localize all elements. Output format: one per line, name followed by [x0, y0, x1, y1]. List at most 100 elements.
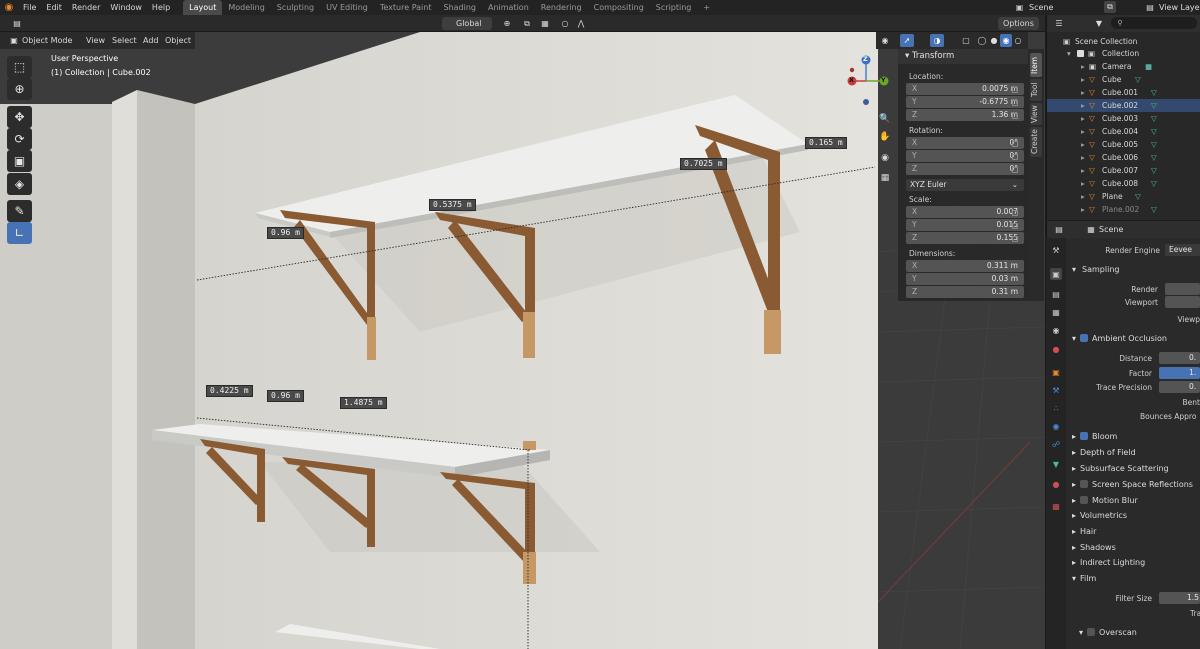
scene-selector[interactable]: Scene: [1029, 0, 1053, 15]
scale-x-field[interactable]: X 0.007: [906, 206, 1024, 218]
particles-tab-icon[interactable]: ∴: [1050, 402, 1062, 414]
lock-icon[interactable]: [1012, 141, 1018, 147]
cursor-icon[interactable]: ⊕: [7, 78, 32, 100]
tab-create[interactable]: Create: [1030, 127, 1042, 157]
rotation-mode-select[interactable]: XYZ Euler ⌄: [906, 179, 1024, 191]
overlays-icon[interactable]: ◑: [930, 34, 944, 47]
section-subsurface[interactable]: ▸ Subsurface Scattering: [1068, 461, 1200, 476]
tab-tool[interactable]: Tool: [1030, 79, 1042, 101]
ao-checkbox[interactable]: [1080, 334, 1089, 342]
physics-tab-icon[interactable]: ◉: [1050, 420, 1062, 432]
tab-layout[interactable]: Layout: [183, 0, 223, 15]
wireframe-shading-icon[interactable]: ◯: [976, 34, 988, 47]
expand-icon[interactable]: ▸: [1081, 151, 1085, 164]
expand-icon[interactable]: ▸: [1081, 99, 1085, 112]
expand-icon[interactable]: ▸: [1081, 86, 1085, 99]
expand-icon[interactable]: ▸: [1081, 177, 1085, 190]
menu-window[interactable]: Window: [105, 0, 147, 15]
rotation-z-field[interactable]: Z 0°: [906, 163, 1024, 175]
visibility-icon[interactable]: ◉: [878, 34, 892, 47]
rotate-icon[interactable]: ⟳: [7, 128, 32, 150]
outliner-item[interactable]: ▸ ▽ Cube.005 ▽: [1047, 138, 1200, 151]
pivot-icon[interactable]: ⊕: [498, 17, 516, 30]
expand-icon[interactable]: ▸: [1081, 164, 1085, 177]
lock-icon[interactable]: [1012, 154, 1018, 160]
view-layer-selector[interactable]: View Layer: [1159, 0, 1200, 15]
data-tab-icon[interactable]: ▼: [1050, 458, 1062, 470]
expand-icon[interactable]: ▸: [1081, 190, 1085, 203]
section-sampling[interactable]: ▾ Sampling: [1068, 262, 1200, 277]
outliner-item[interactable]: ▸ ▽ Cube.008 ▽: [1047, 177, 1200, 190]
bloom-checkbox[interactable]: [1080, 432, 1089, 440]
ao-distance-field[interactable]: 0.: [1159, 352, 1200, 364]
lock-icon[interactable]: [1012, 100, 1018, 106]
expand-icon[interactable]: ▸: [1081, 125, 1085, 138]
trace-precision-field[interactable]: 0.: [1159, 381, 1200, 393]
section-overscan[interactable]: ▾ Overscan: [1075, 625, 1200, 640]
mode-selector[interactable]: Object Mode: [22, 34, 72, 47]
pan-hand-icon[interactable]: ✋: [878, 130, 892, 144]
transform-orientation[interactable]: Global: [456, 17, 482, 30]
menu-add[interactable]: Add: [143, 34, 159, 47]
outliner-item[interactable]: ▸ ▽ Cube.002 ▽: [1047, 99, 1200, 112]
tab-animation[interactable]: Animation: [482, 0, 535, 15]
outliner-item[interactable]: ▸ ▽ Cube.007 ▽: [1047, 164, 1200, 177]
tab-modeling[interactable]: Modeling: [222, 0, 270, 15]
section-hair[interactable]: ▸ Hair: [1068, 524, 1200, 539]
tab-shading[interactable]: Shading: [437, 0, 482, 15]
snap-icon[interactable]: ⧉: [520, 17, 534, 30]
location-y-field[interactable]: Y -0.6775 m: [906, 96, 1024, 108]
proportional-edit-icon[interactable]: ○: [558, 17, 572, 30]
dimensions-z-field[interactable]: Z 0.31 m: [906, 286, 1024, 298]
menu-view[interactable]: View: [86, 34, 105, 47]
select-box-icon[interactable]: ⬚: [7, 56, 32, 78]
render-samples-field[interactable]: [1165, 283, 1200, 295]
tab-compositing[interactable]: Compositing: [588, 0, 650, 15]
zoom-icon[interactable]: 🔍: [878, 112, 892, 126]
outliner-item[interactable]: ▸ ▽ Plane.002 ▽: [1047, 203, 1200, 216]
dimensions-y-field[interactable]: Y 0.03 m: [906, 273, 1024, 285]
material-tab-icon[interactable]: ●: [1050, 478, 1062, 490]
modifier-tab-icon[interactable]: ⚒: [1050, 384, 1062, 396]
annotate-icon[interactable]: ✎: [7, 200, 32, 222]
tab-view[interactable]: View: [1030, 103, 1042, 125]
section-bloom[interactable]: ▸ Bloom: [1068, 429, 1200, 444]
location-z-field[interactable]: Z 1.36 m: [906, 109, 1024, 121]
xray-icon[interactable]: ▢: [960, 34, 972, 47]
location-x-field[interactable]: X 0.0075 m: [906, 83, 1024, 95]
lock-icon[interactable]: [1012, 236, 1018, 242]
world-tab-icon[interactable]: ●: [1050, 343, 1062, 355]
outliner-type-icon[interactable]: ☰: [1052, 17, 1066, 30]
menu-file[interactable]: File: [18, 0, 41, 15]
transform-header[interactable]: ▾ Transform: [898, 49, 1028, 64]
solid-shading-icon[interactable]: ●: [988, 34, 1000, 47]
overscan-checkbox[interactable]: [1087, 628, 1096, 636]
menu-help[interactable]: Help: [147, 0, 175, 15]
ortho-grid-icon[interactable]: ▦: [878, 171, 892, 185]
viewport-samples-field[interactable]: [1165, 296, 1200, 308]
camera-view-icon[interactable]: ◉: [878, 151, 892, 165]
transform-icon[interactable]: ◈: [7, 173, 32, 195]
navigation-gizmo[interactable]: Z Y X: [840, 52, 890, 110]
lock-icon[interactable]: [1012, 223, 1018, 229]
lock-icon[interactable]: [1012, 210, 1018, 216]
editor-type-icon[interactable]: ▤: [10, 17, 24, 30]
outliner-item[interactable]: ▸ ▽ Cube.004 ▽: [1047, 125, 1200, 138]
gizmo-toggle-icon[interactable]: ➚: [900, 34, 914, 47]
add-workspace-button[interactable]: +: [697, 0, 716, 15]
tab-texture-paint[interactable]: Texture Paint: [374, 0, 438, 15]
rendered-shading-icon[interactable]: ○: [1012, 34, 1024, 47]
ao-factor-field[interactable]: 1.: [1159, 367, 1200, 379]
expand-icon[interactable]: ▸: [1081, 138, 1085, 151]
expand-icon[interactable]: ▸: [1081, 112, 1085, 125]
outliner-item[interactable]: ▸ ▽ Cube ▽: [1047, 73, 1200, 86]
output-tab-icon[interactable]: ▤: [1050, 288, 1062, 300]
tool-tab-icon[interactable]: ⚒: [1050, 244, 1062, 256]
section-ssr[interactable]: ▸ Screen Space Reflections: [1068, 477, 1200, 492]
menu-edit[interactable]: Edit: [41, 0, 67, 15]
menu-object[interactable]: Object: [165, 34, 191, 47]
tab-sculpting[interactable]: Sculpting: [271, 0, 320, 15]
scale-z-field[interactable]: Z 0.155: [906, 232, 1024, 244]
checkbox-icon[interactable]: [1077, 50, 1084, 57]
section-ambient-occlusion[interactable]: ▾ Ambient Occlusion: [1068, 331, 1200, 346]
